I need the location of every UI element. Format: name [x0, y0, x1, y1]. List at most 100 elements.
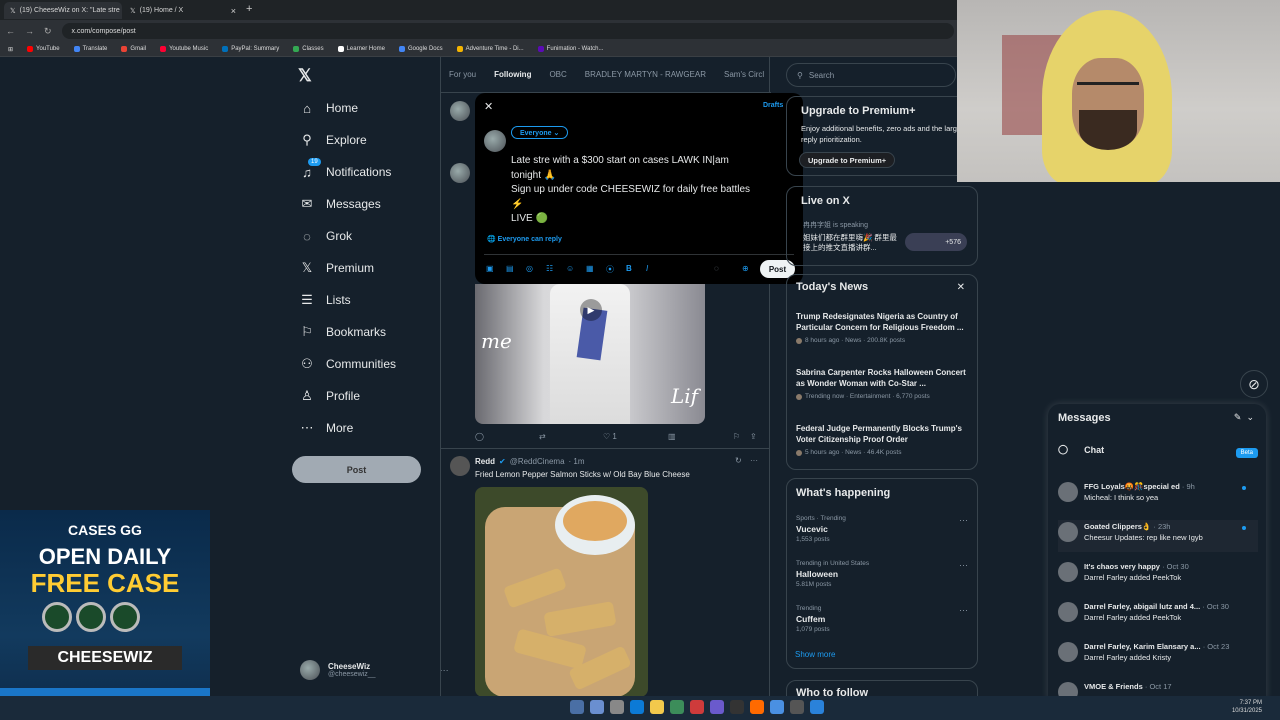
sidebar-item-more[interactable]: ⋯ More	[300, 418, 354, 438]
sidebar-item-messages[interactable]: ✉ Messages	[300, 194, 381, 214]
play-icon[interactable]: ▶	[580, 299, 602, 321]
sidebar-item-communities[interactable]: ⚇ Communities	[300, 354, 396, 374]
chat-row[interactable]: ◯ Chat	[1058, 444, 1104, 455]
taskbar-app-icon[interactable]	[650, 700, 664, 714]
dm-conversation[interactable]: Darrel Farley, abigail lutz and 4... · O…	[1058, 600, 1258, 632]
post-video-thumbnail[interactable]: me Lif ▶	[475, 284, 705, 424]
tab-bradley-martyn[interactable]: BRADLEY MARTYN - RAWGEAR	[585, 70, 706, 79]
bookmark-learner-home[interactable]: Learner Home	[337, 46, 385, 52]
bookmark-youtube[interactable]: YouTube	[27, 46, 60, 52]
taskbar-app-icon[interactable]	[570, 700, 584, 714]
dm-conversation[interactable]: Darrel Farley, Karim Elansary a... · Oct…	[1058, 640, 1258, 672]
trend-item[interactable]: Trending Cuffem 1,079 posts ···	[796, 605, 972, 633]
more-icon[interactable]: ···	[959, 560, 968, 570]
account-switcher[interactable]: CheeseWiz @cheesewiz__ ···	[300, 660, 449, 680]
grok-post-icon[interactable]: ↻	[735, 456, 742, 465]
sidebar-item-bookmarks[interactable]: ⚐ Bookmarks	[300, 322, 386, 342]
reply-settings-button[interactable]: 🌐 Everyone can reply	[487, 235, 562, 243]
collapse-icon[interactable]: ⌄	[1246, 412, 1254, 422]
dm-conversation[interactable]: Goated Clippers👌 · 23h Cheesur Updates: r…	[1058, 520, 1258, 552]
show-more-link[interactable]: Show more	[795, 650, 835, 659]
url-field[interactable]: x.com/compose/post	[61, 23, 954, 39]
space-title[interactable]: 姐妹们都在群里嗨🎉 群里最接上的推文直播讲群...	[803, 233, 903, 253]
listeners-pill[interactable]: +576	[905, 233, 967, 251]
search-input[interactable]: ⚲ Search	[786, 63, 956, 87]
drafts-button[interactable]: Drafts	[763, 102, 783, 109]
author-handle[interactable]: @ReddCinema	[510, 457, 565, 466]
reload-icon[interactable]: ↻	[44, 26, 52, 37]
taskbar-app-icon[interactable]	[690, 700, 704, 714]
news-item[interactable]: Trump Redesignates Nigeria as Country of…	[796, 311, 972, 344]
bookmark-classes[interactable]: Classes	[293, 46, 324, 52]
author-name[interactable]: Redd	[475, 457, 495, 466]
forward-icon[interactable]: →	[25, 26, 34, 36]
more-icon[interactable]: ···	[959, 605, 968, 615]
trend-item[interactable]: Trending in United States Halloween 5.81…	[796, 560, 972, 588]
bookmark-gmail[interactable]: Gmail	[121, 46, 146, 52]
bookmark-adventure-time[interactable]: Adventure Time - Di...	[456, 46, 524, 52]
browser-tab-cheesewiz[interactable]: 𝕏 (19) CheeseWiz on X: "Late stre ×	[4, 2, 122, 19]
share-icon[interactable]: ⇪	[750, 432, 757, 441]
avatar[interactable]	[450, 456, 470, 476]
new-message-icon[interactable]: ✎	[1234, 412, 1242, 422]
reply-icon[interactable]: ◯	[475, 432, 484, 441]
browser-tab-home[interactable]: 𝕏 (19) Home / X ×	[124, 2, 242, 19]
repost-icon[interactable]: ⇄	[539, 432, 546, 441]
taskbar-app-icon[interactable]	[770, 700, 784, 714]
apps-icon[interactable]: ⊞	[8, 46, 13, 53]
schedule-icon[interactable]: ▦	[586, 264, 594, 273]
more-icon[interactable]: ···	[959, 515, 968, 525]
sidebar-item-profile[interactable]: ♙ Profile	[300, 386, 360, 406]
tab-obc[interactable]: OBC	[549, 70, 566, 79]
sidebar-item-grok[interactable]: ◌ Grok	[300, 226, 352, 246]
bookmark-paypal[interactable]: PayPal: Summary	[222, 46, 279, 52]
poll-icon[interactable]: ☷	[546, 264, 553, 273]
taskbar-app-icon[interactable]	[590, 700, 604, 714]
gif-icon[interactable]: ▤	[506, 264, 514, 273]
taskbar-app-icon[interactable]	[710, 700, 724, 714]
back-icon[interactable]: ←	[6, 26, 15, 36]
views-icon[interactable]: ▥	[668, 432, 676, 441]
media-icon[interactable]: ▣	[486, 264, 494, 273]
taskbar-app-icon[interactable]	[810, 700, 824, 714]
close-icon[interactable]: ✕	[957, 282, 965, 293]
bookmark-icon[interactable]: ⚐	[733, 432, 740, 441]
bold-icon[interactable]: B	[626, 264, 632, 273]
x-logo-icon[interactable]: 𝕏	[298, 66, 312, 86]
tab-sams-circle[interactable]: Sam's Circl	[724, 70, 764, 79]
messages-title[interactable]: Messages	[1058, 412, 1111, 424]
dm-conversation[interactable]: FFG Loyals🤬🎊special ed · 9h Micheal: I th…	[1058, 480, 1258, 512]
bookmark-funimation[interactable]: Funimation - Watch...	[537, 46, 603, 52]
trend-item[interactable]: Sports · Trending Vucevic 1,553 posts ··…	[796, 515, 972, 543]
bookmark-translate[interactable]: Translate	[73, 46, 107, 52]
close-icon[interactable]: ✕	[484, 100, 493, 113]
sidebar-item-home[interactable]: ⌂ Home	[300, 98, 358, 118]
post-more-icon[interactable]: ···	[750, 456, 758, 465]
tab-following[interactable]: Following	[494, 70, 531, 79]
taskbar-app-icon[interactable]	[790, 700, 804, 714]
bookmark-google-docs[interactable]: Google Docs	[398, 46, 443, 52]
grok-icon[interactable]: ◎	[526, 264, 533, 273]
taskbar-app-icon[interactable]	[630, 700, 644, 714]
taskbar-app-icon[interactable]	[750, 700, 764, 714]
sidebar-item-lists[interactable]: ☰ Lists	[300, 290, 351, 310]
post-image[interactable]	[475, 487, 648, 697]
bookmark-youtube-music[interactable]: Youtube Music	[160, 46, 208, 52]
add-post-icon[interactable]: ⊕	[742, 264, 749, 273]
emoji-icon[interactable]: ☺	[566, 264, 574, 273]
new-tab-icon[interactable]: +	[246, 3, 252, 15]
grok-float-icon[interactable]: ⊘	[1240, 370, 1268, 398]
news-item[interactable]: Sabrina Carpenter Rocks Halloween Concer…	[796, 367, 972, 400]
sidebar-item-premium[interactable]: 𝕏 Premium	[300, 258, 374, 278]
sidebar-item-explore[interactable]: ⚲ Explore	[300, 130, 366, 150]
italic-icon[interactable]: I	[646, 264, 648, 273]
taskbar-app-icon[interactable]	[730, 700, 744, 714]
news-item[interactable]: Federal Judge Permanently Blocks Trump's…	[796, 423, 972, 456]
audience-selector[interactable]: Everyone ⌄	[511, 126, 569, 139]
dm-conversation[interactable]: It's chaos very happy · Oct 30 Darrel Far…	[1058, 560, 1258, 592]
sidebar-item-notifications[interactable]: ♫ 19 Notifications	[300, 158, 391, 182]
like-button[interactable]: ♡ 1	[603, 432, 617, 441]
close-tab-icon[interactable]: ×	[231, 6, 236, 16]
avatar[interactable]	[450, 163, 470, 183]
location-icon[interactable]: ⦿	[606, 264, 614, 275]
